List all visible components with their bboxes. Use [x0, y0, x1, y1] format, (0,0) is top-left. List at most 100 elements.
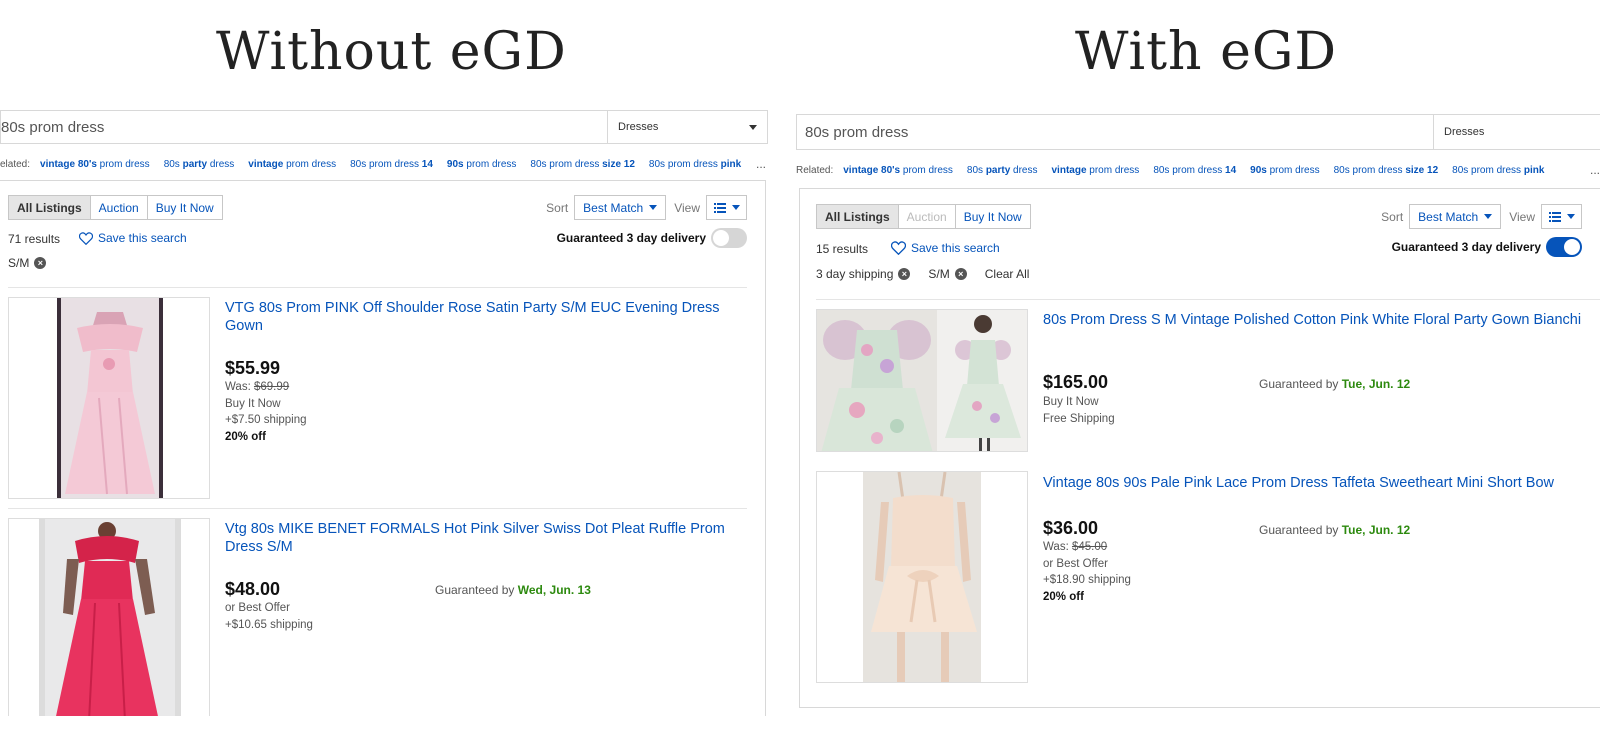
floral-cotton-dress-image [817, 310, 1027, 451]
sort-value: Best Match [1418, 209, 1479, 224]
tab-auction[interactable]: Auction [898, 205, 956, 228]
related-link[interactable]: 90s prom dress [447, 159, 516, 170]
guaranteed-delivery-label: Guaranteed 3 day delivery [556, 231, 706, 245]
sort-dropdown[interactable]: Best Match [574, 195, 667, 220]
item-details: or Best Offer +$10.65 shipping [225, 600, 313, 633]
active-filters: S/M × [8, 256, 64, 270]
related-link[interactable]: vintage 80's prom dress [40, 159, 150, 170]
related-link[interactable]: 80s prom dress pink [1452, 165, 1544, 176]
discount-label: 20% off [225, 430, 266, 443]
was-price-line: Was: $45.00 [1043, 541, 1108, 553]
sort-controls: Sort Best Match View [1381, 204, 1582, 229]
chevron-down-icon [731, 205, 740, 210]
sort-value: Best Match [583, 200, 644, 215]
item-title-link[interactable]: 80s Prom Dress S M Vintage Polished Cott… [1043, 311, 1583, 329]
item-image[interactable] [816, 309, 1028, 452]
search-input[interactable] [1, 111, 607, 143]
view-label: View [1509, 209, 1535, 224]
item-title-link[interactable]: Vintage 80s 90s Pale Pink Lace Prom Dres… [1043, 474, 1600, 492]
listing-type-tabs: All Listings Auction Buy It Now [8, 195, 223, 220]
close-icon[interactable]: × [954, 268, 967, 280]
tab-auction[interactable]: Auction [90, 196, 148, 219]
related-link[interactable]: 80s party dress [967, 165, 1038, 176]
guaranteed-delivery-toggle[interactable] [1546, 237, 1582, 257]
guaranteed-delivery-date: Guaranteed by Wed, Jun. 13 [435, 583, 591, 597]
item-title-link[interactable]: Vtg 80s MIKE BENET FORMALS Hot Pink Silv… [225, 520, 725, 556]
shipping-cost: +$10.65 shipping [225, 618, 313, 631]
related-link[interactable]: vintage prom dress [248, 159, 336, 170]
list-view-icon [1548, 211, 1561, 222]
view-dropdown[interactable] [706, 195, 747, 220]
tab-all-listings[interactable]: All Listings [9, 196, 91, 219]
chevron-down-icon [649, 205, 658, 210]
pink-satin-dress-image [57, 298, 163, 498]
listing-format: Buy It Now [225, 397, 281, 410]
divider [8, 287, 747, 288]
sort-dropdown[interactable]: Best Match [1409, 204, 1502, 229]
related-label: elated: [0, 158, 31, 170]
item-image[interactable] [8, 518, 210, 716]
category-select[interactable]: Dresses [607, 111, 767, 143]
more-related-button[interactable]: ... [1590, 163, 1600, 177]
discount-label: 20% off [1043, 590, 1084, 603]
search-bar: Dresses [796, 114, 1600, 150]
shipping-cost: +$7.50 shipping [225, 414, 307, 426]
category-label: Dresses [618, 121, 659, 133]
search-bar: Dresses [0, 110, 768, 144]
chevron-down-icon [1566, 214, 1575, 219]
related-link[interactable]: 80s prom dress size 12 [530, 159, 635, 170]
item-details: Was: $45.00 or Best Offer +$18.90 shippi… [1043, 539, 1131, 605]
results-container: All Listings Auction Buy It Now Sort Bes… [0, 180, 766, 716]
guaranteed-delivery-filter: Guaranteed 3 day delivery [1392, 237, 1582, 257]
item-image[interactable] [8, 297, 210, 499]
tab-buy-it-now[interactable]: Buy It Now [955, 205, 1030, 228]
related-link[interactable]: 80s party dress [164, 159, 235, 170]
sort-controls: Sort Best Match View [546, 195, 747, 220]
item-price: $165.00 [1043, 372, 1109, 392]
tab-buy-it-now[interactable]: Buy It Now [147, 196, 222, 219]
filter-chip-shipping[interactable]: 3 day shipping × [816, 267, 911, 281]
list-view-icon [713, 202, 726, 213]
filter-chip-size[interactable]: S/M × [8, 256, 47, 270]
view-dropdown[interactable] [1541, 204, 1582, 229]
view-label: View [674, 200, 700, 215]
item-details: Buy It Now Free Shipping [1043, 394, 1115, 427]
related-link[interactable]: 80s prom dress 14 [1153, 165, 1236, 176]
guaranteed-delivery-toggle[interactable] [711, 228, 747, 248]
heading-with-egd: With eGD [1075, 22, 1338, 82]
listing-format: or Best Offer [225, 602, 290, 614]
divider [8, 508, 747, 509]
related-link[interactable]: 80s prom dress size 12 [1334, 165, 1439, 176]
item-price: $48.00 [225, 579, 281, 599]
item-price: $36.00 [1043, 518, 1099, 538]
was-price-line: Was: $69.99 [225, 381, 290, 393]
save-search-label: Save this search [98, 231, 187, 245]
category-select[interactable]: Dresses [1433, 115, 1600, 149]
category-label: Dresses [1444, 126, 1485, 138]
divider [816, 299, 1600, 300]
related-link[interactable]: vintage prom dress [1052, 165, 1140, 176]
save-search-link[interactable]: Save this search [891, 241, 1000, 255]
item-price: $55.99 [225, 358, 281, 378]
related-link[interactable]: vintage 80's prom dress [843, 165, 953, 176]
related-link[interactable]: 90s prom dress [1250, 165, 1319, 176]
related-link[interactable]: 80s prom dress pink [649, 159, 741, 170]
results-count: 71 results [8, 232, 61, 246]
save-search-link[interactable]: Save this search [79, 231, 187, 245]
item-title-link[interactable]: VTG 80s Prom PINK Off Shoulder Rose Sati… [225, 299, 725, 335]
clear-all-link[interactable]: Clear All [985, 267, 1030, 281]
more-related-button[interactable]: ... [756, 157, 766, 171]
search-input[interactable] [797, 115, 1433, 149]
tab-all-listings[interactable]: All Listings [817, 205, 899, 228]
listing-format: or Best Offer [1043, 557, 1108, 570]
filter-chip-size[interactable]: S/M × [928, 267, 967, 281]
guaranteed-delivery-label: Guaranteed 3 day delivery [1391, 240, 1541, 254]
close-icon[interactable]: × [898, 268, 911, 280]
left-panel: Dresses elated: vintage 80's prom dress … [0, 108, 770, 716]
hot-pink-ruffle-dress-image [39, 519, 181, 716]
item-image[interactable] [816, 471, 1028, 683]
related-link[interactable]: 80s prom dress 14 [350, 159, 433, 170]
save-search-label: Save this search [911, 241, 1000, 255]
sort-label: Sort [546, 200, 569, 215]
close-icon[interactable]: × [34, 257, 47, 269]
